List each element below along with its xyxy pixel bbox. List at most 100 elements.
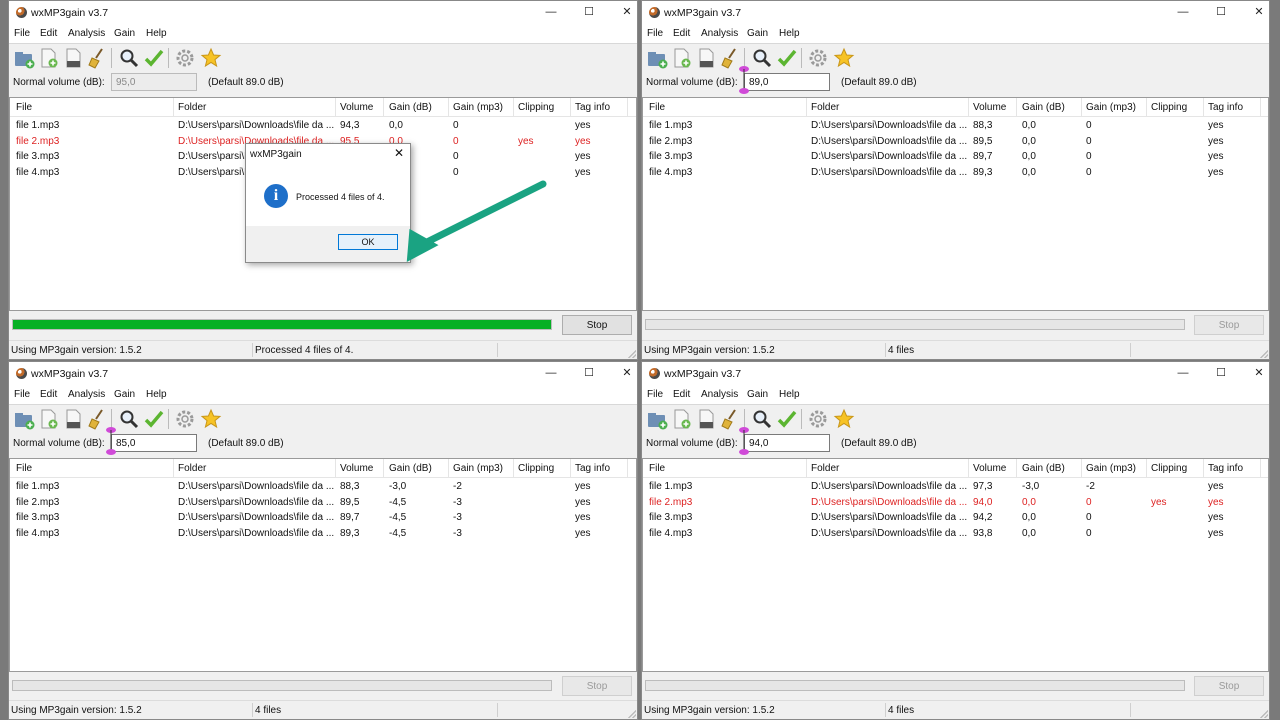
menu-gain[interactable]: Gain <box>747 389 768 400</box>
column-divider[interactable] <box>335 459 336 477</box>
normal-volume-input[interactable]: 95,0 <box>111 73 197 91</box>
menu-file[interactable]: File <box>647 389 663 400</box>
favorite-star-icon[interactable] <box>833 408 855 430</box>
menu-analysis[interactable]: Analysis <box>68 389 105 400</box>
column-header-volume[interactable]: Volume <box>973 102 1006 113</box>
menu-edit[interactable]: Edit <box>673 389 690 400</box>
menu-help[interactable]: Help <box>779 389 800 400</box>
maximize-icon[interactable]: ☐ <box>1213 366 1229 380</box>
column-header-gain-db[interactable]: Gain (dB) <box>389 463 432 474</box>
table-row[interactable]: file 2.mp3 D:\Users\parsi\Downloads\file … <box>643 495 1268 510</box>
column-header-gain-mp3[interactable]: Gain (mp3) <box>1086 463 1136 474</box>
favorite-star-icon[interactable] <box>200 408 222 430</box>
column-divider[interactable] <box>513 459 514 477</box>
remove-file-icon[interactable] <box>63 47 85 69</box>
column-header-folder[interactable]: Folder <box>811 102 839 113</box>
table-row[interactable]: file 1.mp3 D:\Users\parsi\Downloads\file … <box>10 118 636 133</box>
resize-grip-icon[interactable] <box>628 710 636 718</box>
stop-button[interactable]: Stop <box>1194 676 1264 696</box>
column-divider[interactable] <box>448 98 449 116</box>
apply-gain-check-icon[interactable] <box>143 47 165 69</box>
add-file-icon[interactable] <box>38 47 60 69</box>
analyze-magnifier-icon[interactable] <box>751 47 773 69</box>
menu-file[interactable]: File <box>647 28 663 39</box>
column-header-file[interactable]: File <box>649 463 665 474</box>
normal-volume-input[interactable]: 89,0 <box>744 73 830 91</box>
column-header-gain-db[interactable]: Gain (dB) <box>389 102 432 113</box>
column-header-tag[interactable]: Tag info <box>575 102 610 113</box>
normal-volume-input[interactable]: 85,0 <box>111 434 197 452</box>
table-row[interactable]: file 2.mp3 D:\Users\parsi\Downloads\file … <box>643 134 1268 149</box>
add-file-icon[interactable] <box>671 47 693 69</box>
column-header-tag[interactable]: Tag info <box>575 463 610 474</box>
column-header-file[interactable]: File <box>16 102 32 113</box>
column-divider[interactable] <box>173 459 174 477</box>
column-header-gain-mp3[interactable]: Gain (mp3) <box>453 463 503 474</box>
column-header-tag[interactable]: Tag info <box>1208 102 1243 113</box>
column-divider[interactable] <box>1260 459 1261 477</box>
table-row[interactable]: file 3.mp3 D:\Users\parsi\Downloads\file … <box>643 510 1268 525</box>
settings-gear-icon[interactable] <box>174 408 196 430</box>
close-icon[interactable]: ✕ <box>619 366 635 380</box>
file-list-table[interactable]: File Folder Volume Gain (dB) Gain (mp3) Clipp… <box>642 458 1269 672</box>
column-divider[interactable] <box>383 98 384 116</box>
column-header-volume[interactable]: Volume <box>340 463 373 474</box>
add-file-icon[interactable] <box>38 408 60 430</box>
menu-analysis[interactable]: Analysis <box>701 28 738 39</box>
column-divider[interactable] <box>627 459 628 477</box>
table-row[interactable]: file 4.mp3 D:\Users\parsi\Downloads\file … <box>643 165 1268 180</box>
column-header-file[interactable]: File <box>649 102 665 113</box>
menu-edit[interactable]: Edit <box>40 389 57 400</box>
menu-file[interactable]: File <box>14 28 30 39</box>
column-divider[interactable] <box>627 98 628 116</box>
column-divider[interactable] <box>968 459 969 477</box>
menu-help[interactable]: Help <box>779 28 800 39</box>
stop-button[interactable]: Stop <box>562 676 632 696</box>
column-divider[interactable] <box>968 98 969 116</box>
favorite-star-icon[interactable] <box>833 47 855 69</box>
column-divider[interactable] <box>570 98 571 116</box>
maximize-icon[interactable]: ☐ <box>581 5 597 19</box>
clear-broom-icon[interactable] <box>87 47 109 69</box>
column-divider[interactable] <box>1081 98 1082 116</box>
minimize-icon[interactable]: — <box>1175 366 1191 380</box>
column-divider[interactable] <box>1203 98 1204 116</box>
resize-grip-icon[interactable] <box>1260 350 1268 358</box>
menu-gain[interactable]: Gain <box>747 28 768 39</box>
menu-edit[interactable]: Edit <box>40 28 57 39</box>
settings-gear-icon[interactable] <box>807 408 829 430</box>
column-header-volume[interactable]: Volume <box>340 102 373 113</box>
stop-button[interactable]: Stop <box>562 315 632 335</box>
settings-gear-icon[interactable] <box>174 47 196 69</box>
add-folder-icon[interactable] <box>13 408 35 430</box>
column-divider[interactable] <box>448 459 449 477</box>
dialog-close-icon[interactable]: ✕ <box>394 146 404 160</box>
column-divider[interactable] <box>513 98 514 116</box>
resize-grip-icon[interactable] <box>628 350 636 358</box>
column-header-tag[interactable]: Tag info <box>1208 463 1243 474</box>
add-folder-icon[interactable] <box>646 47 668 69</box>
remove-file-icon[interactable] <box>696 408 718 430</box>
apply-gain-check-icon[interactable] <box>776 408 798 430</box>
column-divider[interactable] <box>1016 98 1017 116</box>
column-header-folder[interactable]: Folder <box>178 102 206 113</box>
column-divider[interactable] <box>1146 459 1147 477</box>
menu-analysis[interactable]: Analysis <box>701 389 738 400</box>
remove-file-icon[interactable] <box>63 408 85 430</box>
column-header-clipping[interactable]: Clipping <box>518 102 554 113</box>
column-divider[interactable] <box>1146 98 1147 116</box>
table-row[interactable]: file 4.mp3 D:\Users\parsi\Downloads\file … <box>643 526 1268 541</box>
column-header-gain-mp3[interactable]: Gain (mp3) <box>1086 102 1136 113</box>
table-row[interactable]: file 3.mp3 D:\Users\parsi\Downloads\file … <box>643 149 1268 164</box>
analyze-magnifier-icon[interactable] <box>118 47 140 69</box>
file-list-table[interactable]: File Folder Volume Gain (dB) Gain (mp3) Clipp… <box>642 97 1269 311</box>
table-row[interactable]: file 1.mp3 D:\Users\parsi\Downloads\file … <box>643 118 1268 133</box>
close-icon[interactable]: ✕ <box>1251 5 1267 19</box>
menu-analysis[interactable]: Analysis <box>68 28 105 39</box>
column-header-clipping[interactable]: Clipping <box>1151 463 1187 474</box>
close-icon[interactable]: ✕ <box>619 5 635 19</box>
minimize-icon[interactable]: — <box>543 5 559 19</box>
column-header-folder[interactable]: Folder <box>178 463 206 474</box>
settings-gear-icon[interactable] <box>807 47 829 69</box>
column-header-folder[interactable]: Folder <box>811 463 839 474</box>
